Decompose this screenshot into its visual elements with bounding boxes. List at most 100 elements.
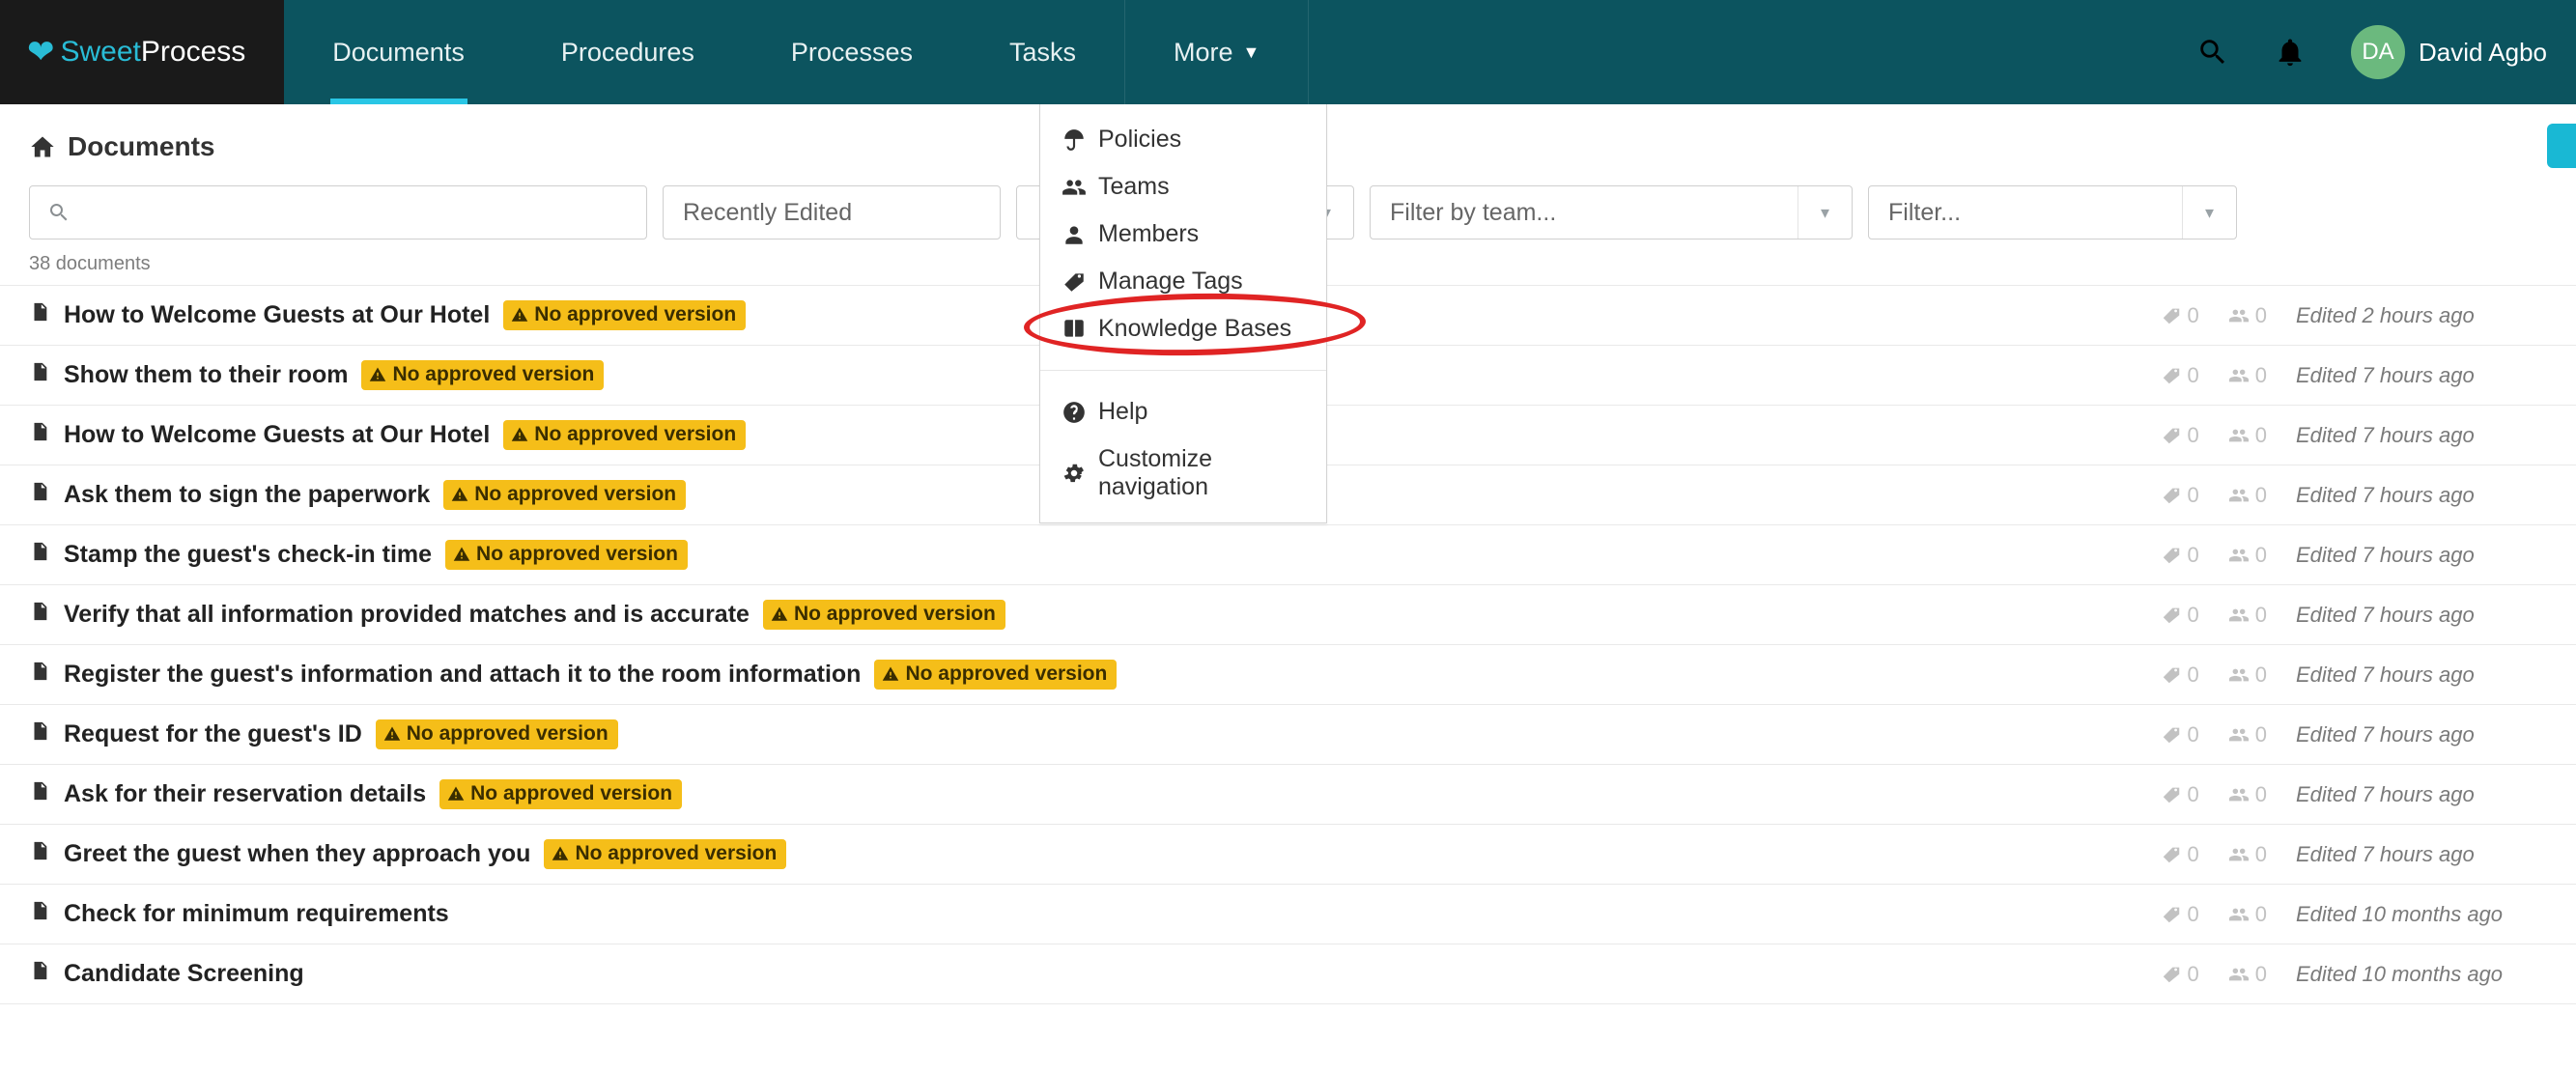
status-badge: No approved version <box>443 480 686 510</box>
row-meta: 00Edited 10 months ago <box>2161 902 2548 927</box>
dd-members[interactable]: Members <box>1040 211 1326 258</box>
nav-tab-procedures[interactable]: Procedures <box>513 0 743 104</box>
dd-policies[interactable]: Policies <box>1040 116 1326 163</box>
status-badge: No approved version <box>763 600 1005 630</box>
doc-icon <box>29 359 50 391</box>
table-row[interactable]: Check for minimum requirements 00Edited 1… <box>0 885 2576 944</box>
dd-label: Teams <box>1098 173 1170 201</box>
doc-title[interactable]: Show them to their room <box>64 361 348 389</box>
people-icon <box>1062 175 1087 200</box>
assignee-count: 0 <box>2228 483 2267 508</box>
user-menu[interactable]: DA David Agbo <box>2351 25 2547 79</box>
doc-title[interactable]: Ask them to sign the paperwork <box>64 481 430 509</box>
dd-manage-tags[interactable]: Manage Tags <box>1040 258 1326 305</box>
nav-tab-processes[interactable]: Processes <box>743 0 961 104</box>
warn-icon <box>882 665 899 683</box>
bell-icon[interactable] <box>2274 36 2307 69</box>
edited-label: Edited 7 hours ago <box>2296 543 2547 568</box>
doc-icon <box>29 778 50 810</box>
filter-generic-select[interactable]: Filter... ▾ <box>1868 185 2237 240</box>
dd-help[interactable]: Help <box>1040 388 1326 436</box>
doc-title[interactable]: Check for minimum requirements <box>64 900 449 928</box>
gear-icon <box>1062 461 1087 486</box>
brand-logo[interactable]: ❤ Sweet Process <box>0 0 284 104</box>
doc-title[interactable]: Greet the guest when they approach you <box>64 840 530 868</box>
dd-label: Policies <box>1098 126 1181 154</box>
warn-icon <box>447 785 465 803</box>
nav-tab-more[interactable]: More ▼ <box>1124 0 1309 104</box>
dd-customize-nav[interactable]: Customize navigation <box>1040 436 1326 511</box>
umbrella-icon <box>1062 127 1087 153</box>
warn-icon <box>511 306 528 324</box>
row-meta: 00Edited 7 hours ago <box>2161 722 2548 747</box>
search-input-wrapper[interactable] <box>29 185 647 240</box>
status-badge: No approved version <box>503 420 746 450</box>
search-icon[interactable] <box>2196 36 2229 69</box>
filter-team-select[interactable]: Filter by team... ▾ <box>1370 185 1853 240</box>
table-row[interactable]: Verify that all information provided mat… <box>0 585 2576 645</box>
create-button-sliver[interactable] <box>2547 124 2576 168</box>
sort-select[interactable]: Recently Edited <box>663 185 1001 240</box>
nav-tab-label: Documents <box>332 38 465 68</box>
edited-label: Edited 10 months ago <box>2296 902 2547 927</box>
edited-label: Edited 7 hours ago <box>2296 842 2547 867</box>
row-meta: 00Edited 7 hours ago <box>2161 603 2548 628</box>
tag-count: 0 <box>2161 722 2199 747</box>
user-name: David Agbo <box>2419 38 2547 68</box>
table-row[interactable]: Greet the guest when they approach youNo… <box>0 825 2576 885</box>
row-meta: 00Edited 7 hours ago <box>2161 423 2548 448</box>
edited-label: Edited 7 hours ago <box>2296 423 2547 448</box>
warn-icon <box>771 606 788 623</box>
avatar: DA <box>2351 25 2405 79</box>
table-row[interactable]: Stamp the guest's check-in time No approv… <box>0 525 2576 585</box>
warn-icon <box>511 426 528 443</box>
tag-count: 0 <box>2161 662 2199 688</box>
doc-title[interactable]: How to Welcome Guests at Our Hotel <box>64 421 490 449</box>
assignee-count: 0 <box>2228 722 2267 747</box>
filter-generic-label: Filter... <box>1869 186 2182 239</box>
edited-label: Edited 7 hours ago <box>2296 603 2547 628</box>
search-input[interactable] <box>71 186 646 239</box>
doc-title[interactable]: Stamp the guest's check-in time <box>64 541 432 569</box>
chevron-down-icon: ▼ <box>1243 42 1260 63</box>
dd-label: Help <box>1098 398 1147 426</box>
dd-knowledge-bases[interactable]: Knowledge Bases <box>1040 305 1326 352</box>
warn-icon <box>451 486 468 503</box>
doc-icon <box>29 539 50 571</box>
tag-icon <box>1062 269 1087 295</box>
navbar-right: DA David Agbo <box>2196 25 2576 79</box>
list-doc-icon <box>29 958 50 990</box>
edited-label: Edited 7 hours ago <box>2296 483 2547 508</box>
doc-title[interactable]: Request for the guest's ID <box>64 720 362 748</box>
table-row[interactable]: Request for the guest's IDNo approved ve… <box>0 705 2576 765</box>
top-navbar: ❤ Sweet Process Documents Procedures Pro… <box>0 0 2576 104</box>
doc-title[interactable]: Register the guest's information and att… <box>64 661 861 689</box>
doc-title[interactable]: Verify that all information provided mat… <box>64 601 750 629</box>
doc-title[interactable]: Ask for their reservation details <box>64 780 426 808</box>
edited-label: Edited 7 hours ago <box>2296 782 2547 807</box>
assignee-count: 0 <box>2228 662 2267 688</box>
table-row[interactable]: Ask for their reservation detailsNo appr… <box>0 765 2576 825</box>
nav-tab-documents[interactable]: Documents <box>284 0 513 104</box>
warn-icon <box>453 546 470 563</box>
dd-label: Customize navigation <box>1098 445 1305 501</box>
user-icon <box>1062 222 1087 247</box>
status-badge: No approved version <box>445 540 688 570</box>
nav-tabs: Documents Procedures Processes Tasks Mor… <box>284 0 1309 104</box>
table-row[interactable]: Candidate Screening00Edited 10 months ag… <box>0 944 2576 1004</box>
doc-icon <box>29 719 50 750</box>
warn-icon <box>552 845 569 862</box>
doc-title[interactable]: How to Welcome Guests at Our Hotel <box>64 301 490 329</box>
row-meta: 00Edited 7 hours ago <box>2161 782 2548 807</box>
tag-count: 0 <box>2161 543 2199 568</box>
assignee-count: 0 <box>2228 303 2267 328</box>
nav-tab-tasks[interactable]: Tasks <box>961 0 1124 104</box>
row-meta: 00Edited 2 hours ago <box>2161 303 2548 328</box>
brand-drop-icon: ❤ <box>27 33 55 71</box>
row-meta: 00Edited 7 hours ago <box>2161 543 2548 568</box>
dd-teams[interactable]: Teams <box>1040 163 1326 211</box>
assignee-count: 0 <box>2228 363 2267 388</box>
tag-count: 0 <box>2161 303 2199 328</box>
table-row[interactable]: Register the guest's information and att… <box>0 645 2576 705</box>
doc-title[interactable]: Candidate Screening <box>64 960 304 988</box>
